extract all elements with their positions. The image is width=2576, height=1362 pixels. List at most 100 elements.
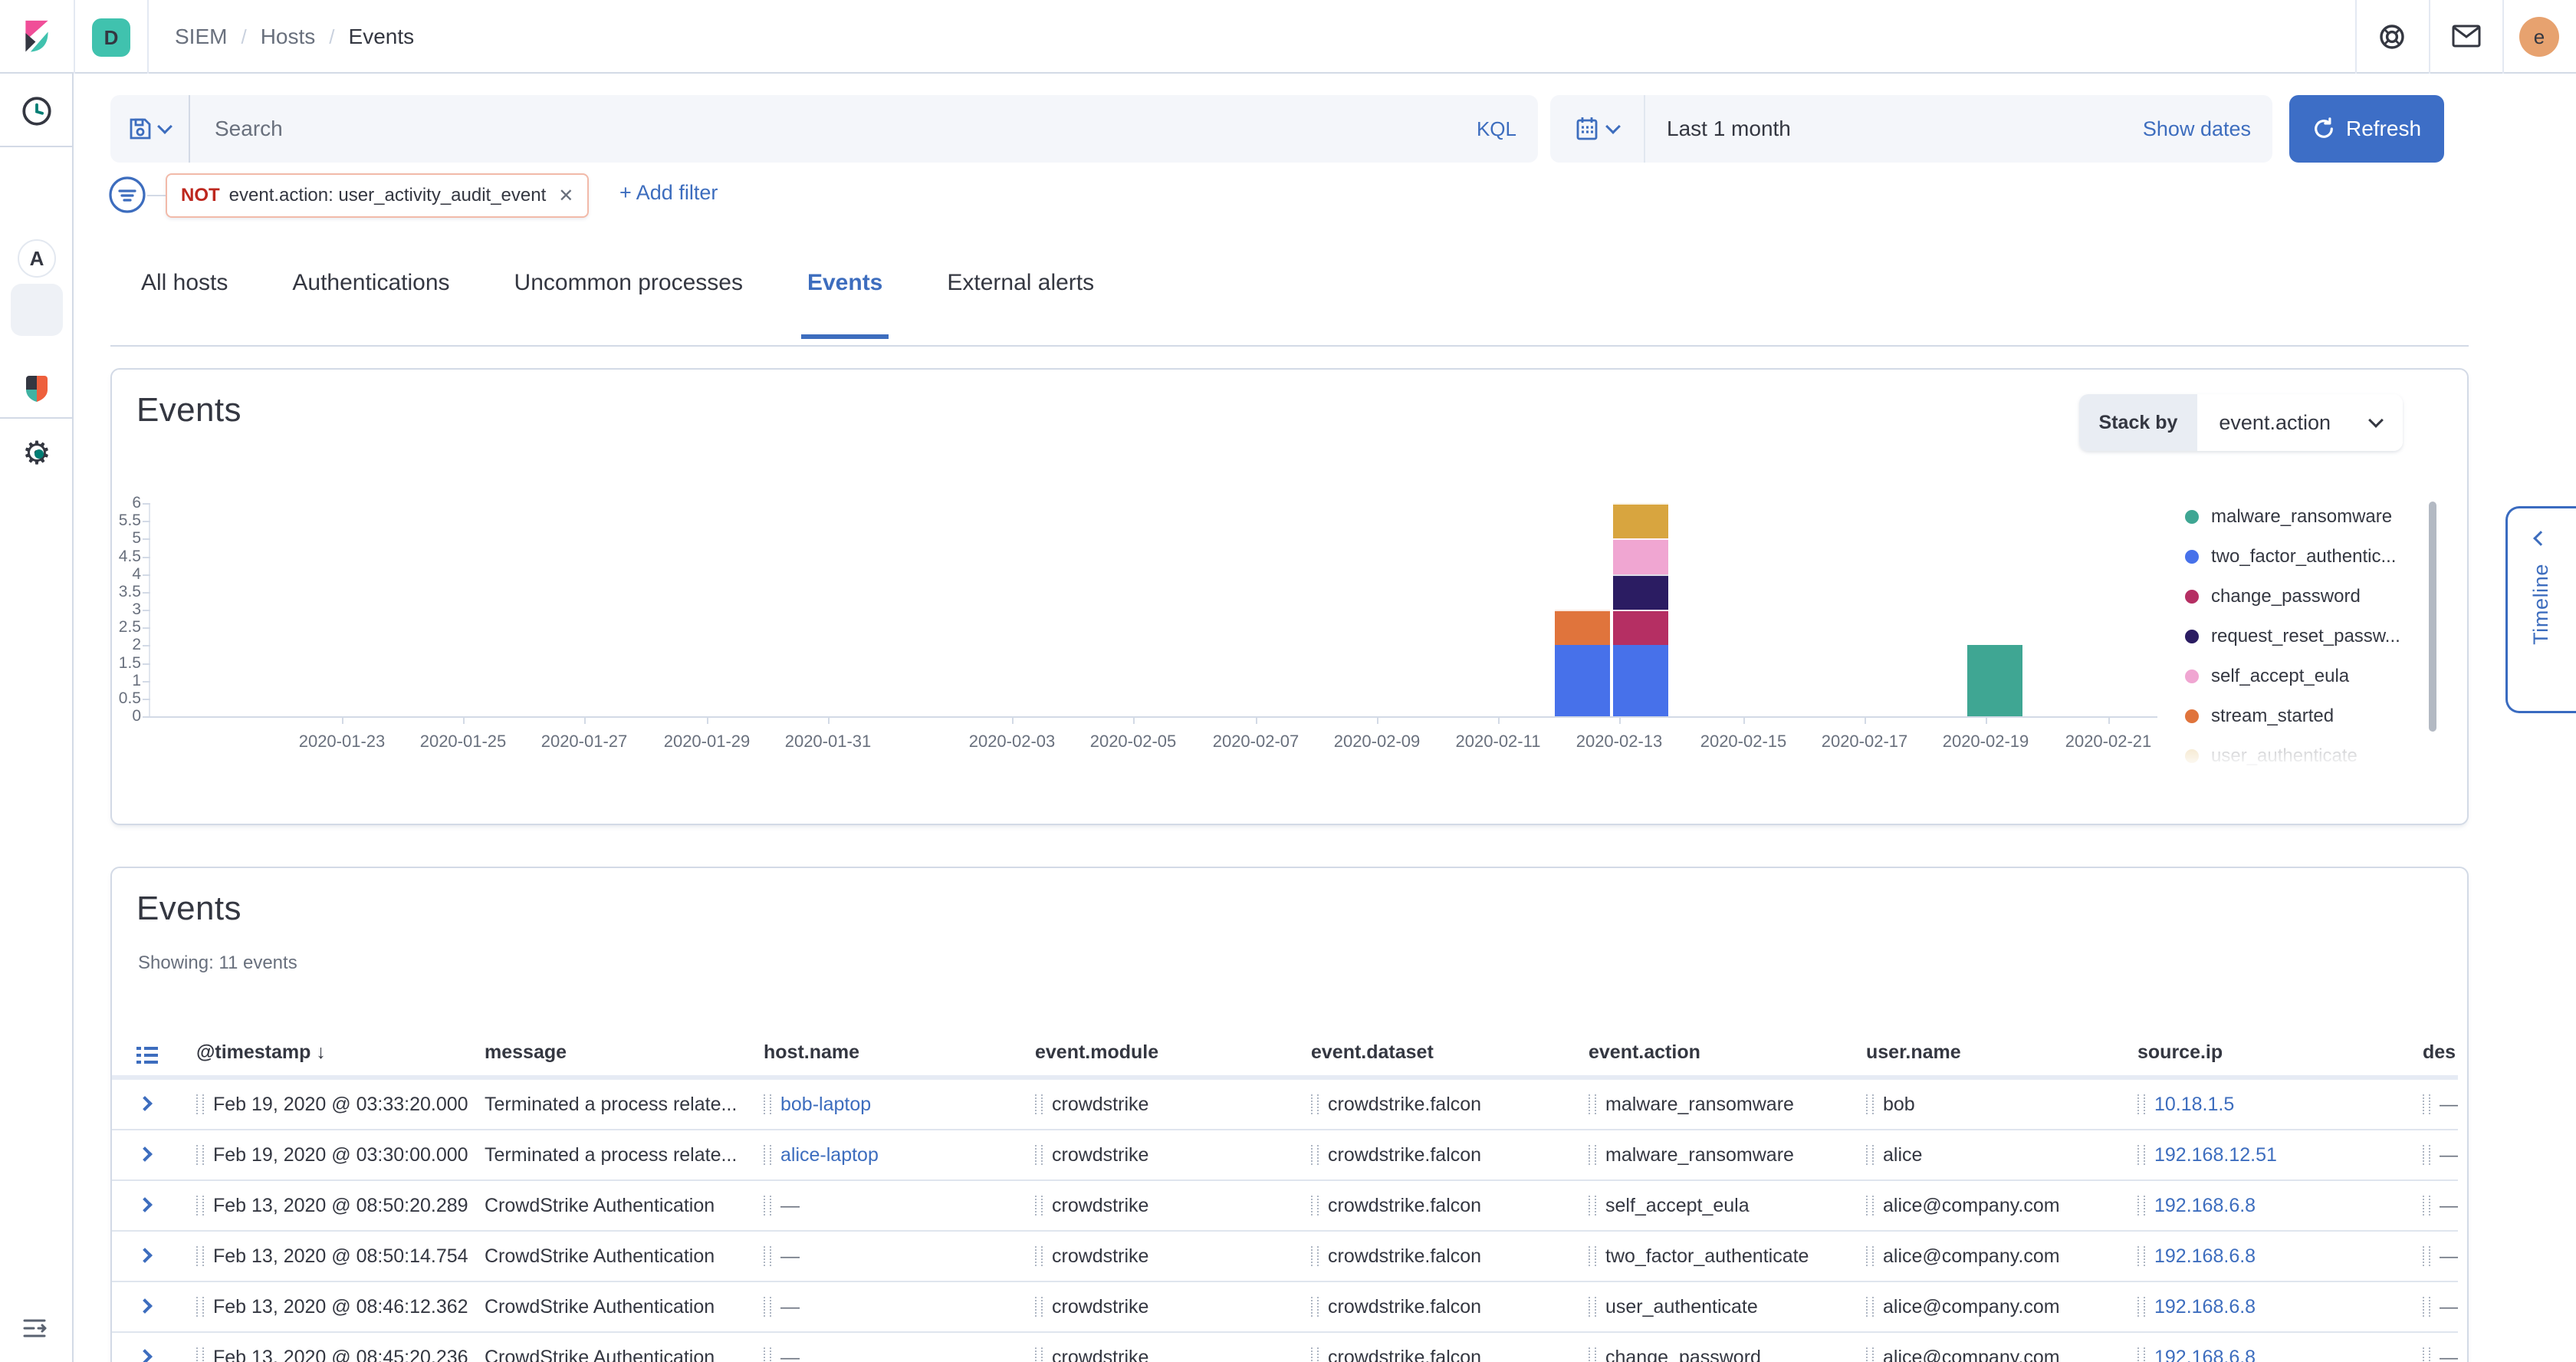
drag-handle-icon[interactable] (1589, 1196, 1596, 1216)
drag-handle-icon[interactable] (2137, 1347, 2145, 1362)
drag-handle-icon[interactable] (2137, 1094, 2145, 1114)
expand-row-icon[interactable] (137, 1096, 153, 1111)
bar-segment-change_password[interactable] (1613, 610, 1668, 645)
drag-handle-icon[interactable] (1589, 1094, 1596, 1114)
drag-handle-icon[interactable] (1035, 1246, 1043, 1266)
recently-viewed-icon[interactable] (0, 94, 74, 129)
events-viewer-icon[interactable] (136, 1043, 158, 1071)
bar-segment-two_factor_authenticate[interactable] (1555, 645, 1610, 716)
legend-item[interactable]: self_accept_eula (2185, 656, 2415, 696)
bar-segment-two_factor_authenticate[interactable] (1613, 645, 1668, 716)
nav-management-icon[interactable]: ⚙ (0, 437, 74, 469)
kibana-logo[interactable] (17, 17, 57, 63)
drag-handle-icon[interactable] (2137, 1145, 2145, 1165)
drag-handle-icon[interactable] (764, 1145, 771, 1165)
expand-row-icon[interactable] (137, 1298, 153, 1314)
bar-segment-request_reset_password[interactable] (1613, 574, 1668, 610)
drag-handle-icon[interactable] (2423, 1145, 2430, 1165)
column-header-message[interactable]: message (474, 1029, 750, 1075)
drag-handle-icon[interactable] (196, 1094, 204, 1114)
drag-handle-icon[interactable] (1589, 1145, 1596, 1165)
column-header-eventdataset[interactable]: event.dataset (1300, 1029, 1575, 1075)
drag-handle-icon[interactable] (2137, 1297, 2145, 1317)
bar-segment-malware_ransomware[interactable] (1967, 645, 2022, 716)
drag-handle-icon[interactable] (1311, 1347, 1319, 1362)
nav-apm-icon[interactable]: A (0, 239, 74, 278)
column-header-eventmodule[interactable]: event.module (1024, 1029, 1297, 1075)
tab-events[interactable]: Events (807, 270, 882, 339)
column-header-username[interactable]: user.name (1855, 1029, 2124, 1075)
query-bar[interactable]: Search KQL (110, 95, 1538, 163)
drag-handle-icon[interactable] (2423, 1094, 2430, 1114)
column-header-des[interactable]: des (2412, 1029, 2458, 1075)
drag-handle-icon[interactable] (764, 1297, 771, 1317)
drag-handle-icon[interactable] (764, 1196, 771, 1216)
expand-row-icon[interactable] (137, 1349, 153, 1362)
date-picker-menu[interactable] (1550, 95, 1645, 163)
drag-handle-icon[interactable] (2423, 1347, 2430, 1362)
cell-value[interactable]: 10.18.1.5 (2154, 1080, 2234, 1129)
column-header-eventaction[interactable]: event.action (1578, 1029, 1852, 1075)
legend-item[interactable]: request_reset_passw... (2185, 617, 2415, 656)
expand-row-icon[interactable] (137, 1248, 153, 1263)
cell-value[interactable]: 192.168.6.8 (2154, 1232, 2256, 1281)
breadcrumb-siem[interactable]: SIEM (175, 25, 227, 49)
kql-button[interactable]: KQL (1477, 117, 1516, 141)
help-icon[interactable] (2377, 21, 2407, 58)
tab-all-hosts[interactable]: All hosts (141, 270, 228, 339)
cell-value[interactable]: 192.168.6.8 (2154, 1181, 2256, 1230)
drag-handle-icon[interactable] (2137, 1246, 2145, 1266)
cell-value[interactable]: alice-laptop (780, 1130, 879, 1179)
drag-handle-icon[interactable] (1866, 1196, 1874, 1216)
column-header-sourceip[interactable]: source.ip (2127, 1029, 2409, 1075)
drag-handle-icon[interactable] (1311, 1196, 1319, 1216)
drag-handle-icon[interactable] (1866, 1347, 1874, 1362)
drag-handle-icon[interactable] (2423, 1246, 2430, 1266)
drag-handle-icon[interactable] (196, 1145, 204, 1165)
cell-value[interactable]: 192.168.12.51 (2154, 1130, 2277, 1179)
add-filter-button[interactable]: + Add filter (619, 181, 718, 205)
drag-handle-icon[interactable] (2423, 1297, 2430, 1317)
drag-handle-icon[interactable] (1035, 1347, 1043, 1362)
drag-handle-icon[interactable] (764, 1347, 771, 1362)
bar-segment-user_authenticate[interactable] (1613, 503, 1668, 538)
drag-handle-icon[interactable] (1311, 1145, 1319, 1165)
time-range-value[interactable]: Last 1 month (1667, 117, 2143, 141)
drag-handle-icon[interactable] (1589, 1297, 1596, 1317)
legend-item[interactable]: two_factor_authentic... (2185, 537, 2415, 577)
legend-item[interactable]: stream_started (2185, 696, 2415, 736)
drag-handle-icon[interactable] (1035, 1145, 1043, 1165)
expand-row-icon[interactable] (137, 1147, 153, 1162)
drag-handle-icon[interactable] (2137, 1196, 2145, 1216)
stack-by-select[interactable]: event.action (2197, 394, 2403, 451)
legend-item[interactable]: malware_ransomware (2185, 497, 2415, 537)
refresh-button[interactable]: Refresh (2289, 95, 2444, 163)
tab-authentications[interactable]: Authentications (292, 270, 449, 339)
expand-row-icon[interactable] (137, 1197, 153, 1212)
nav-security-icon[interactable] (0, 371, 74, 405)
column-header-hostname[interactable]: host.name (753, 1029, 1021, 1075)
cell-value[interactable]: 192.168.6.8 (2154, 1282, 2256, 1331)
cell-value[interactable]: bob-laptop (780, 1080, 871, 1129)
drag-handle-icon[interactable] (196, 1347, 204, 1362)
drag-handle-icon[interactable] (764, 1246, 771, 1266)
newsfeed-icon[interactable] (2452, 25, 2481, 54)
drag-handle-icon[interactable] (1035, 1094, 1043, 1114)
filter-menu-icon[interactable] (107, 175, 147, 215)
drag-handle-icon[interactable] (1589, 1347, 1596, 1362)
drag-handle-icon[interactable] (1866, 1297, 1874, 1317)
timeline-flyout-button[interactable]: Timeline (2505, 506, 2576, 713)
drag-handle-icon[interactable] (196, 1196, 204, 1216)
drag-handle-icon[interactable] (764, 1094, 771, 1114)
breadcrumb-hosts[interactable]: Hosts (261, 25, 316, 49)
filter-pill[interactable]: NOT event.action: user_activity_audit_ev… (166, 173, 589, 218)
nav-collapse-icon[interactable] (21, 1316, 49, 1347)
drag-handle-icon[interactable] (1866, 1094, 1874, 1114)
column-header-timestamp[interactable]: @timestamp ↓ (186, 1029, 471, 1075)
drag-handle-icon[interactable] (1866, 1246, 1874, 1266)
drag-handle-icon[interactable] (1589, 1246, 1596, 1266)
bar-segment-self_accept_eula[interactable] (1613, 538, 1668, 574)
drag-handle-icon[interactable] (1311, 1297, 1319, 1317)
tab-external-alerts[interactable]: External alerts (947, 270, 1094, 339)
show-dates-button[interactable]: Show dates (2143, 117, 2251, 141)
